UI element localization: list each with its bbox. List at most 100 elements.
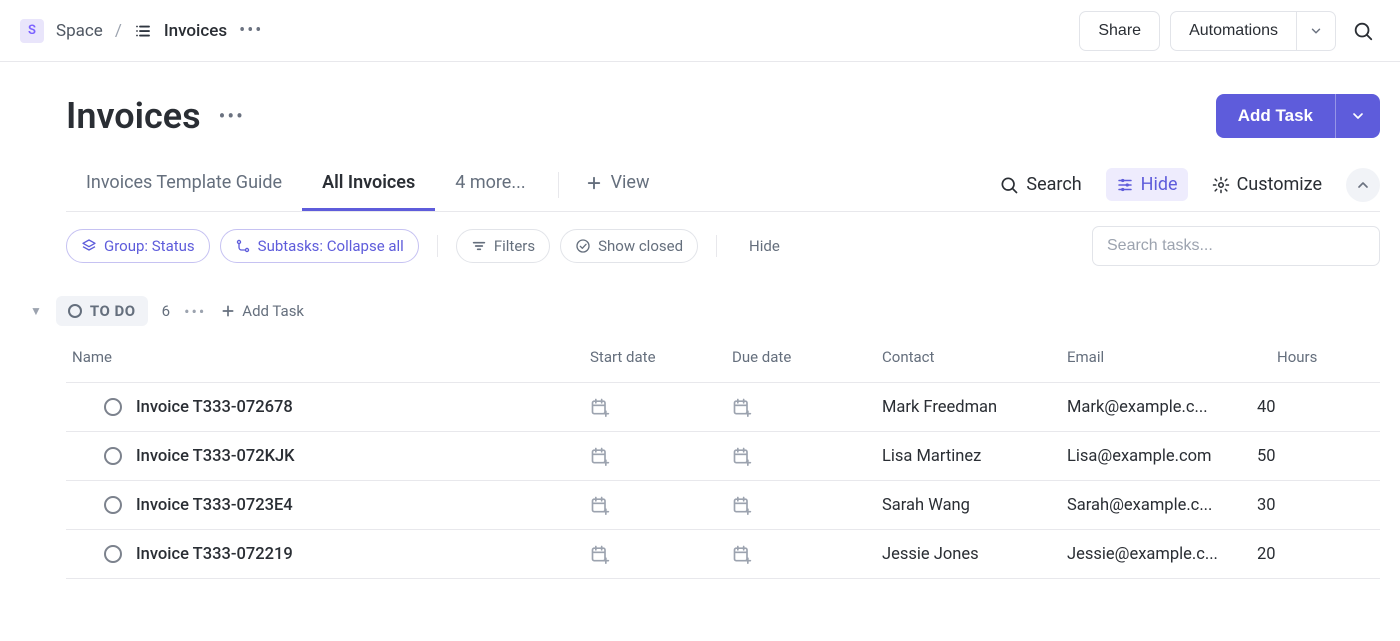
- task-title[interactable]: Invoice T333-072219: [136, 545, 293, 564]
- table-row[interactable]: Invoice T333-0723E4 Sarah Wang Sarah@exa…: [66, 480, 1380, 529]
- view-tabs: Invoices Template Guide All Invoices 4 m…: [66, 158, 1380, 212]
- group-expand-toggle[interactable]: ▼: [30, 304, 42, 318]
- subtasks-label: Subtasks: Collapse all: [258, 237, 404, 255]
- task-status-icon[interactable]: [104, 545, 122, 563]
- pill-separator-2: [716, 235, 717, 257]
- status-label: TO DO: [90, 302, 136, 320]
- calendar-add-icon[interactable]: [590, 544, 732, 564]
- search-icon: [999, 175, 1019, 195]
- view-search-label: Search: [1026, 174, 1081, 195]
- group-more-icon[interactable]: •••: [184, 302, 206, 321]
- task-title[interactable]: Invoice T333-072678: [136, 398, 293, 417]
- cell-due-date[interactable]: [732, 397, 882, 417]
- customize-button[interactable]: Customize: [1202, 168, 1332, 201]
- col-header-name[interactable]: Name: [66, 348, 590, 366]
- table-row[interactable]: Invoice T333-072KJK Lisa Martinez Lisa@e…: [66, 431, 1380, 480]
- calendar-add-icon[interactable]: [732, 397, 882, 417]
- show-closed-pill[interactable]: Show closed: [560, 229, 698, 263]
- col-header-hours[interactable]: Hours: [1277, 348, 1377, 366]
- table-header: Name Start date Due date Contact Email H…: [66, 340, 1380, 382]
- add-task-button[interactable]: Add Task: [1216, 94, 1335, 138]
- cell-hours[interactable]: 50: [1257, 447, 1357, 466]
- automations-button[interactable]: Automations: [1170, 11, 1297, 51]
- subtasks-pill[interactable]: Subtasks: Collapse all: [220, 229, 419, 263]
- cell-start-date[interactable]: [590, 397, 732, 417]
- share-button[interactable]: Share: [1079, 11, 1160, 51]
- breadcrumb-current[interactable]: Invoices: [164, 21, 227, 41]
- search-icon[interactable]: [1346, 14, 1380, 48]
- automations-chevron[interactable]: [1297, 11, 1336, 51]
- breadcrumb-space[interactable]: Space: [56, 21, 103, 41]
- add-task-chevron[interactable]: [1335, 94, 1380, 138]
- filters-row: Group: Status Subtasks: Collapse all Fil…: [66, 212, 1380, 288]
- cell-contact[interactable]: Jessie Jones: [882, 545, 1067, 564]
- group-by-pill[interactable]: Group: Status: [66, 229, 210, 263]
- cell-due-date[interactable]: [732, 544, 882, 564]
- cell-email[interactable]: Jessie@example.c...: [1067, 545, 1257, 564]
- chevron-up-icon: [1355, 177, 1371, 193]
- group-by-label: Group: Status: [104, 237, 195, 255]
- cell-start-date[interactable]: [590, 446, 732, 466]
- space-icon[interactable]: S: [20, 19, 44, 43]
- cell-name: Invoice T333-072678: [66, 398, 590, 417]
- cell-start-date[interactable]: [590, 495, 732, 515]
- task-status-icon[interactable]: [104, 398, 122, 416]
- task-title[interactable]: Invoice T333-072KJK: [136, 447, 295, 466]
- cell-hours[interactable]: 40: [1257, 398, 1357, 417]
- calendar-add-icon[interactable]: [732, 446, 882, 466]
- calendar-add-icon[interactable]: [732, 544, 882, 564]
- cell-due-date[interactable]: [732, 446, 882, 466]
- col-header-contact[interactable]: Contact: [882, 348, 1067, 366]
- task-status-icon[interactable]: [104, 496, 122, 514]
- cell-hours[interactable]: 20: [1257, 545, 1357, 564]
- cell-contact[interactable]: Lisa Martinez: [882, 447, 1067, 466]
- filters-pill[interactable]: Filters: [456, 229, 550, 263]
- search-tasks-input[interactable]: [1092, 226, 1380, 266]
- col-header-email[interactable]: Email: [1067, 348, 1277, 366]
- cell-email[interactable]: Sarah@example.c...: [1067, 496, 1257, 515]
- plus-icon: [220, 303, 236, 319]
- calendar-add-icon[interactable]: [590, 446, 732, 466]
- cell-email[interactable]: Mark@example.c...: [1067, 398, 1257, 417]
- add-view-button[interactable]: View: [571, 158, 664, 211]
- cell-contact[interactable]: Sarah Wang: [882, 496, 1067, 515]
- page-more-icon[interactable]: •••: [219, 104, 245, 128]
- task-status-icon[interactable]: [104, 447, 122, 465]
- automations-split: Automations: [1170, 11, 1336, 51]
- breadcrumb-more-icon[interactable]: •••: [239, 20, 263, 41]
- calendar-add-icon[interactable]: [732, 495, 882, 515]
- topbar-right: Share Automations: [1079, 11, 1380, 51]
- customize-label: Customize: [1237, 174, 1322, 195]
- group-add-task-button[interactable]: Add Task: [220, 302, 304, 320]
- cell-start-date[interactable]: [590, 544, 732, 564]
- collapse-toggle[interactable]: [1346, 168, 1380, 202]
- cell-email[interactable]: Lisa@example.com: [1067, 447, 1257, 466]
- gear-icon: [1212, 176, 1230, 194]
- view-hide-button[interactable]: Hide: [1106, 168, 1188, 201]
- group-count: 6: [162, 302, 170, 320]
- table-row[interactable]: Invoice T333-072678 Mark Freedman Mark@e…: [66, 382, 1380, 431]
- cell-name: Invoice T333-0723E4: [66, 496, 590, 515]
- view-hide-label: Hide: [1141, 174, 1178, 195]
- view-search-button[interactable]: Search: [989, 168, 1091, 201]
- layers-icon: [81, 238, 97, 254]
- status-badge[interactable]: TO DO: [56, 296, 148, 326]
- calendar-add-icon[interactable]: [590, 495, 732, 515]
- cell-contact[interactable]: Mark Freedman: [882, 398, 1067, 417]
- task-title[interactable]: Invoice T333-0723E4: [136, 496, 293, 515]
- show-closed-label: Show closed: [598, 237, 683, 255]
- calendar-add-icon[interactable]: [590, 397, 732, 417]
- col-header-start-date[interactable]: Start date: [590, 348, 732, 366]
- hide-toolbar-button[interactable]: Hide: [735, 230, 794, 262]
- filter-icon: [471, 238, 487, 254]
- tab-more[interactable]: 4 more...: [435, 158, 545, 211]
- sliders-icon: [1116, 176, 1134, 194]
- table-row[interactable]: Invoice T333-072219 Jessie Jones Jessie@…: [66, 529, 1380, 579]
- tab-guide[interactable]: Invoices Template Guide: [66, 158, 302, 211]
- cell-hours[interactable]: 30: [1257, 496, 1357, 515]
- col-header-due-date[interactable]: Due date: [732, 348, 882, 366]
- tab-all-invoices[interactable]: All Invoices: [302, 158, 435, 211]
- add-view-label: View: [611, 172, 650, 193]
- cell-due-date[interactable]: [732, 495, 882, 515]
- breadcrumb: S Space / Invoices •••: [20, 19, 263, 43]
